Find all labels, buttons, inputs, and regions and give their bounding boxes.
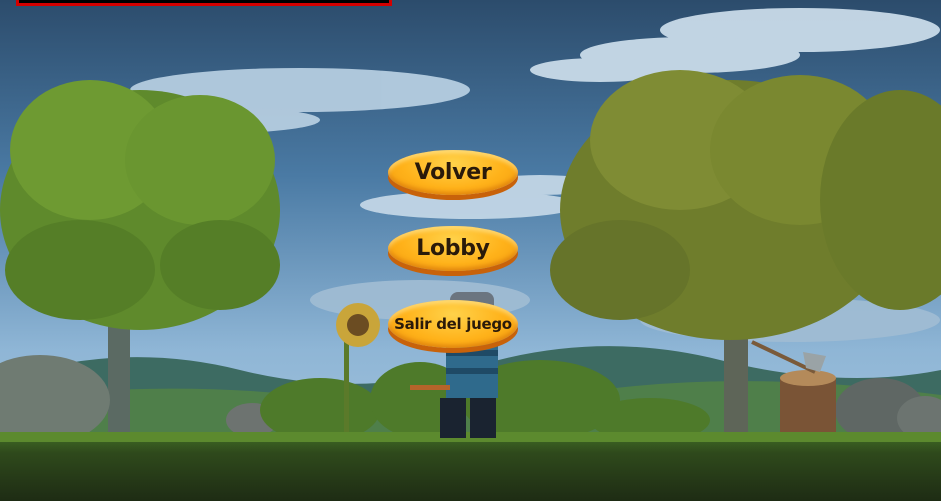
lobby-button[interactable]: Lobby (388, 226, 518, 271)
exit-game-button[interactable]: Salir del juego (388, 300, 518, 348)
ground (0, 432, 941, 501)
resume-button-label: Volver (414, 160, 492, 185)
exit-game-button-label: Salir del juego (394, 315, 512, 333)
resume-button[interactable]: Volver (388, 150, 518, 195)
lobby-button-label: Lobby (416, 236, 490, 261)
health-bar (16, 0, 392, 6)
